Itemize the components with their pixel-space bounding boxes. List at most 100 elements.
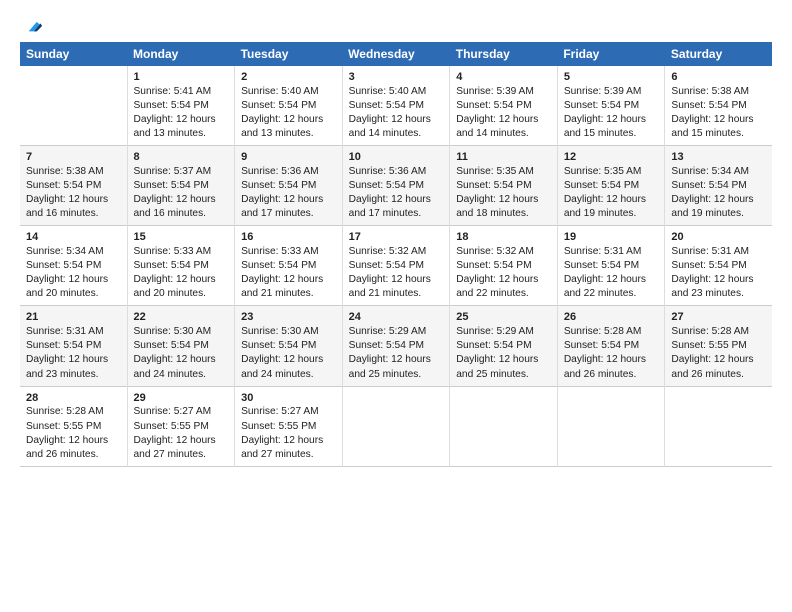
calendar-cell: 7Sunrise: 5:38 AM Sunset: 5:54 PM Daylig… bbox=[20, 146, 127, 226]
calendar-cell: 3Sunrise: 5:40 AM Sunset: 5:54 PM Daylig… bbox=[342, 66, 450, 146]
cell-content: Sunrise: 5:34 AM Sunset: 5:54 PM Dayligh… bbox=[671, 165, 766, 221]
calendar-cell: 23Sunrise: 5:30 AM Sunset: 5:54 PM Dayli… bbox=[235, 306, 343, 386]
cell-content: Sunrise: 5:40 AM Sunset: 5:54 PM Dayligh… bbox=[241, 85, 336, 141]
day-number: 15 bbox=[134, 230, 229, 245]
day-number: 25 bbox=[456, 310, 551, 325]
cell-content: Sunrise: 5:41 AM Sunset: 5:54 PM Dayligh… bbox=[134, 85, 229, 141]
cell-content: Sunrise: 5:28 AM Sunset: 5:54 PM Dayligh… bbox=[564, 325, 659, 381]
cell-content: Sunrise: 5:31 AM Sunset: 5:54 PM Dayligh… bbox=[564, 245, 659, 301]
day-number: 22 bbox=[134, 310, 229, 325]
calendar-table: SundayMondayTuesdayWednesdayThursdayFrid… bbox=[20, 42, 772, 467]
cell-content: Sunrise: 5:27 AM Sunset: 5:55 PM Dayligh… bbox=[134, 405, 229, 461]
calendar-cell: 13Sunrise: 5:34 AM Sunset: 5:54 PM Dayli… bbox=[665, 146, 772, 226]
calendar-cell: 18Sunrise: 5:32 AM Sunset: 5:54 PM Dayli… bbox=[450, 226, 558, 306]
calendar-cell: 15Sunrise: 5:33 AM Sunset: 5:54 PM Dayli… bbox=[127, 226, 235, 306]
cell-content: Sunrise: 5:39 AM Sunset: 5:54 PM Dayligh… bbox=[564, 85, 659, 141]
cell-content: Sunrise: 5:36 AM Sunset: 5:54 PM Dayligh… bbox=[241, 165, 336, 221]
cell-content: Sunrise: 5:28 AM Sunset: 5:55 PM Dayligh… bbox=[26, 405, 121, 461]
cell-content: Sunrise: 5:39 AM Sunset: 5:54 PM Dayligh… bbox=[456, 85, 551, 141]
day-number: 2 bbox=[241, 70, 336, 85]
calendar-cell: 10Sunrise: 5:36 AM Sunset: 5:54 PM Dayli… bbox=[342, 146, 450, 226]
cell-content: Sunrise: 5:35 AM Sunset: 5:54 PM Dayligh… bbox=[456, 165, 551, 221]
week-row-2: 7Sunrise: 5:38 AM Sunset: 5:54 PM Daylig… bbox=[20, 146, 772, 226]
cell-content: Sunrise: 5:28 AM Sunset: 5:55 PM Dayligh… bbox=[671, 325, 766, 381]
calendar-cell: 21Sunrise: 5:31 AM Sunset: 5:54 PM Dayli… bbox=[20, 306, 127, 386]
day-number: 11 bbox=[456, 150, 551, 165]
calendar-cell: 5Sunrise: 5:39 AM Sunset: 5:54 PM Daylig… bbox=[557, 66, 665, 146]
calendar-cell bbox=[665, 386, 772, 466]
calendar-cell: 28Sunrise: 5:28 AM Sunset: 5:55 PM Dayli… bbox=[20, 386, 127, 466]
calendar-cell: 20Sunrise: 5:31 AM Sunset: 5:54 PM Dayli… bbox=[665, 226, 772, 306]
col-header-saturday: Saturday bbox=[665, 42, 772, 66]
cell-content: Sunrise: 5:38 AM Sunset: 5:54 PM Dayligh… bbox=[671, 85, 766, 141]
day-number: 18 bbox=[456, 230, 551, 245]
calendar-cell: 30Sunrise: 5:27 AM Sunset: 5:55 PM Dayli… bbox=[235, 386, 343, 466]
calendar-cell: 27Sunrise: 5:28 AM Sunset: 5:55 PM Dayli… bbox=[665, 306, 772, 386]
cell-content: Sunrise: 5:34 AM Sunset: 5:54 PM Dayligh… bbox=[26, 245, 121, 301]
day-number: 6 bbox=[671, 70, 766, 85]
cell-content: Sunrise: 5:33 AM Sunset: 5:54 PM Dayligh… bbox=[134, 245, 229, 301]
col-header-thursday: Thursday bbox=[450, 42, 558, 66]
calendar-cell: 14Sunrise: 5:34 AM Sunset: 5:54 PM Dayli… bbox=[20, 226, 127, 306]
day-number: 8 bbox=[134, 150, 229, 165]
cell-content: Sunrise: 5:29 AM Sunset: 5:54 PM Dayligh… bbox=[349, 325, 444, 381]
day-number: 26 bbox=[564, 310, 659, 325]
calendar-cell: 2Sunrise: 5:40 AM Sunset: 5:54 PM Daylig… bbox=[235, 66, 343, 146]
day-number: 29 bbox=[134, 391, 229, 406]
week-row-4: 21Sunrise: 5:31 AM Sunset: 5:54 PM Dayli… bbox=[20, 306, 772, 386]
header-row: SundayMondayTuesdayWednesdayThursdayFrid… bbox=[20, 42, 772, 66]
cell-content: Sunrise: 5:40 AM Sunset: 5:54 PM Dayligh… bbox=[349, 85, 444, 141]
day-number: 9 bbox=[241, 150, 336, 165]
col-header-sunday: Sunday bbox=[20, 42, 127, 66]
day-number: 21 bbox=[26, 310, 121, 325]
logo-icon bbox=[22, 16, 42, 36]
day-number: 10 bbox=[349, 150, 444, 165]
cell-content: Sunrise: 5:37 AM Sunset: 5:54 PM Dayligh… bbox=[134, 165, 229, 221]
calendar-cell: 11Sunrise: 5:35 AM Sunset: 5:54 PM Dayli… bbox=[450, 146, 558, 226]
week-row-5: 28Sunrise: 5:28 AM Sunset: 5:55 PM Dayli… bbox=[20, 386, 772, 466]
day-number: 30 bbox=[241, 391, 336, 406]
day-number: 19 bbox=[564, 230, 659, 245]
cell-content: Sunrise: 5:31 AM Sunset: 5:54 PM Dayligh… bbox=[671, 245, 766, 301]
cell-content: Sunrise: 5:27 AM Sunset: 5:55 PM Dayligh… bbox=[241, 405, 336, 461]
col-header-monday: Monday bbox=[127, 42, 235, 66]
week-row-1: 1Sunrise: 5:41 AM Sunset: 5:54 PM Daylig… bbox=[20, 66, 772, 146]
calendar-cell: 1Sunrise: 5:41 AM Sunset: 5:54 PM Daylig… bbox=[127, 66, 235, 146]
col-header-friday: Friday bbox=[557, 42, 665, 66]
calendar-cell: 25Sunrise: 5:29 AM Sunset: 5:54 PM Dayli… bbox=[450, 306, 558, 386]
cell-content: Sunrise: 5:38 AM Sunset: 5:54 PM Dayligh… bbox=[26, 165, 121, 221]
day-number: 12 bbox=[564, 150, 659, 165]
calendar-cell: 16Sunrise: 5:33 AM Sunset: 5:54 PM Dayli… bbox=[235, 226, 343, 306]
day-number: 23 bbox=[241, 310, 336, 325]
col-header-wednesday: Wednesday bbox=[342, 42, 450, 66]
cell-content: Sunrise: 5:30 AM Sunset: 5:54 PM Dayligh… bbox=[134, 325, 229, 381]
cell-content: Sunrise: 5:29 AM Sunset: 5:54 PM Dayligh… bbox=[456, 325, 551, 381]
cell-content: Sunrise: 5:32 AM Sunset: 5:54 PM Dayligh… bbox=[349, 245, 444, 301]
week-row-3: 14Sunrise: 5:34 AM Sunset: 5:54 PM Dayli… bbox=[20, 226, 772, 306]
day-number: 14 bbox=[26, 230, 121, 245]
cell-content: Sunrise: 5:30 AM Sunset: 5:54 PM Dayligh… bbox=[241, 325, 336, 381]
calendar-cell: 17Sunrise: 5:32 AM Sunset: 5:54 PM Dayli… bbox=[342, 226, 450, 306]
page: SundayMondayTuesdayWednesdayThursdayFrid… bbox=[0, 0, 792, 612]
calendar-cell bbox=[450, 386, 558, 466]
cell-content: Sunrise: 5:35 AM Sunset: 5:54 PM Dayligh… bbox=[564, 165, 659, 221]
logo bbox=[20, 16, 42, 36]
day-number: 13 bbox=[671, 150, 766, 165]
header bbox=[20, 16, 772, 36]
cell-content: Sunrise: 5:32 AM Sunset: 5:54 PM Dayligh… bbox=[456, 245, 551, 301]
day-number: 17 bbox=[349, 230, 444, 245]
day-number: 28 bbox=[26, 391, 121, 406]
day-number: 24 bbox=[349, 310, 444, 325]
calendar-cell: 29Sunrise: 5:27 AM Sunset: 5:55 PM Dayli… bbox=[127, 386, 235, 466]
calendar-cell: 6Sunrise: 5:38 AM Sunset: 5:54 PM Daylig… bbox=[665, 66, 772, 146]
calendar-cell: 4Sunrise: 5:39 AM Sunset: 5:54 PM Daylig… bbox=[450, 66, 558, 146]
day-number: 27 bbox=[671, 310, 766, 325]
col-header-tuesday: Tuesday bbox=[235, 42, 343, 66]
calendar-cell bbox=[20, 66, 127, 146]
day-number: 5 bbox=[564, 70, 659, 85]
day-number: 1 bbox=[134, 70, 229, 85]
calendar-cell: 12Sunrise: 5:35 AM Sunset: 5:54 PM Dayli… bbox=[557, 146, 665, 226]
cell-content: Sunrise: 5:33 AM Sunset: 5:54 PM Dayligh… bbox=[241, 245, 336, 301]
calendar-cell: 22Sunrise: 5:30 AM Sunset: 5:54 PM Dayli… bbox=[127, 306, 235, 386]
cell-content: Sunrise: 5:31 AM Sunset: 5:54 PM Dayligh… bbox=[26, 325, 121, 381]
